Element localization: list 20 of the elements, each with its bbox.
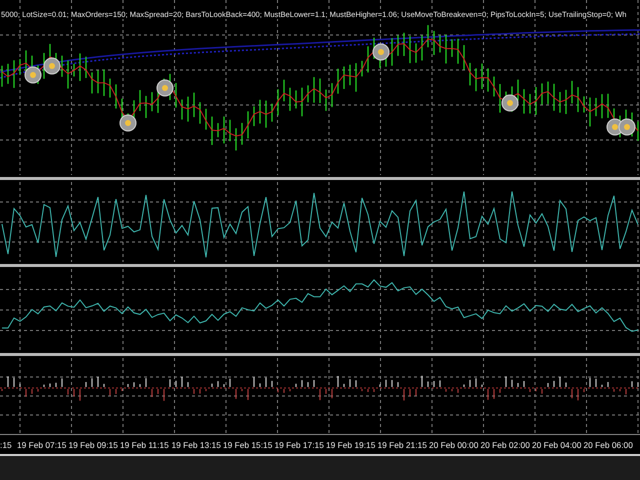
time-label: 20 Feb 04:00: [532, 440, 582, 450]
time-label: 19 Feb 13:15: [172, 440, 222, 450]
trade-marker-icon: [120, 114, 136, 132]
time-label: 19 Feb 11:15: [120, 440, 170, 450]
time-label: 19 Feb 15:15: [223, 440, 274, 450]
time-label: 20 Feb 02:00: [480, 440, 531, 450]
time-label: 19 Feb 17:15: [274, 440, 325, 450]
time-label: 19 Feb 07:15: [17, 440, 68, 450]
time-label: :15: [0, 440, 13, 450]
trade-marker-icon: [502, 94, 518, 112]
time-label: 20 Feb 06:00: [584, 440, 634, 450]
time-label: 19 Feb 19:15: [326, 440, 376, 450]
trade-marker-icon: [618, 118, 636, 136]
trade-marker-icon: [372, 44, 390, 60]
time-label: 19 Feb 21:15: [378, 440, 428, 450]
time-label: 19 Feb 09:15: [68, 440, 119, 450]
trade-marker-icon: [44, 58, 60, 74]
time-label: 20 Feb 00:00: [429, 440, 480, 450]
trade-marker-icon: [156, 80, 174, 96]
trade-marker-icon: [24, 66, 42, 84]
